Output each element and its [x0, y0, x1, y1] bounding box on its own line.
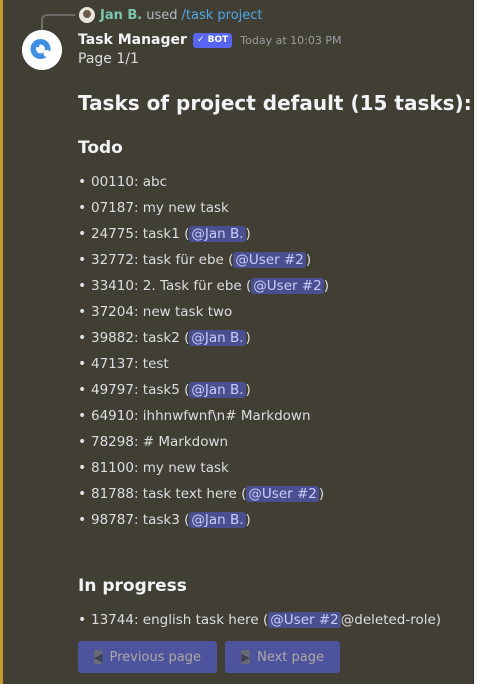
arrow-left-icon: ◀	[94, 650, 103, 664]
task-text-suffix: )	[245, 382, 251, 398]
task-text: 47137: test	[91, 356, 169, 372]
task-text: 37204: new task two	[91, 304, 233, 320]
user-mention[interactable]: @Jan B.	[189, 226, 246, 242]
list-item: • 37204: new task two	[78, 299, 329, 325]
pagination-buttons: ◀ Previous page ▶ Next page	[78, 641, 340, 673]
list-item: • 98787: task3 (@Jan B.)	[78, 507, 329, 533]
bullet-icon: •	[78, 460, 87, 476]
bot-message: Jan B. used /task project Task Manager ✓…	[0, 0, 474, 684]
list-item: • 07187: my new task	[78, 195, 329, 221]
list-item: • 78298: # Markdown	[78, 429, 329, 455]
list-item: • 24775: task1 (@Jan B.)	[78, 221, 329, 247]
bullet-icon: •	[78, 252, 87, 268]
task-text-suffix: )	[305, 252, 312, 268]
list-item: • 49797: task5 (@Jan B.)	[78, 377, 329, 403]
arrow-right-icon: ▶	[241, 650, 251, 664]
reply-connector	[41, 14, 75, 30]
task-text-suffix: @deleted-role)	[340, 612, 442, 628]
command-reply-header: Jan B. used /task project	[79, 6, 263, 24]
bullet-icon: •	[78, 486, 87, 502]
task-text: 24775: task1 (	[91, 226, 190, 242]
user-mention[interactable]: @User #2	[251, 278, 324, 294]
frame: Jan B. used /task project Task Manager ✓…	[0, 0, 477, 684]
list-item: • 00110: abc	[78, 169, 329, 195]
task-text: 07187: my new task	[91, 200, 229, 216]
bullet-icon: •	[78, 200, 87, 216]
task-text: 78298: # Markdown	[91, 434, 229, 450]
reply-used-text: used	[146, 7, 178, 23]
list-item: • 33410: 2. Task für ebe (@User #2)	[78, 273, 329, 299]
task-text: 00110: abc	[91, 174, 168, 190]
task-text: 64910: ihhnwfwnf\n# Markdown	[91, 408, 311, 424]
user-mention[interactable]: @Jan B.	[189, 382, 246, 398]
bullet-icon: •	[78, 512, 87, 528]
bullet-icon: •	[78, 226, 87, 242]
next-page-label: Next page	[257, 649, 324, 665]
todo-list: • 00110: abc • 07187: my new task • 24775: ta…	[78, 169, 329, 533]
task-text: 98787: task3 (	[91, 512, 190, 528]
list-item: • 39882: task2 (@Jan B.)	[78, 325, 329, 351]
task-text: 33410: 2. Task für ebe (	[91, 278, 252, 294]
task-text-suffix: )	[245, 512, 251, 528]
in-progress-list: • 13744: english task here (@User #2 @dele…	[78, 607, 441, 633]
timestamp[interactable]: Today at 10:03 PM	[240, 34, 341, 47]
bullet-icon: •	[78, 382, 87, 398]
bullet-icon: •	[78, 174, 87, 190]
reply-username[interactable]: Jan B.	[100, 8, 142, 23]
task-text-suffix: )	[318, 486, 325, 502]
task-text-suffix: )	[245, 226, 251, 242]
task-text: 81788: task text here (	[91, 486, 247, 502]
message-title: Tasks of project default (15 tasks):	[78, 91, 472, 115]
message-header: Task Manager ✓ BOT Today at 10:03 PM	[78, 30, 341, 50]
task-text-suffix: )	[245, 330, 251, 346]
next-page-button[interactable]: ▶ Next page	[225, 641, 340, 673]
task-text: 49797: task5 (	[91, 382, 190, 398]
list-item: • 13744: english task here (@User #2 @dele…	[78, 607, 441, 633]
list-item: • 64910: ihhnwfwnf\n# Markdown	[78, 403, 329, 429]
bot-logo-icon	[22, 30, 62, 70]
task-text: 39882: task2 (	[91, 330, 190, 346]
bullet-icon: •	[78, 304, 87, 320]
task-text: 81100: my new task	[91, 460, 229, 476]
list-item: • 81788: task text here (@User #2)	[78, 481, 329, 507]
user-avatar-icon[interactable]	[79, 7, 95, 23]
user-mention[interactable]: @User #2	[268, 612, 341, 628]
bullet-icon: •	[78, 408, 87, 424]
bullet-icon: •	[78, 278, 87, 294]
bullet-icon: •	[78, 330, 87, 346]
page-indicator: Page 1/1	[78, 51, 139, 67]
bullet-icon: •	[78, 434, 87, 450]
user-mention[interactable]: @User #2	[246, 486, 319, 502]
bullet-icon: •	[78, 356, 87, 372]
section-heading-todo: Todo	[78, 138, 123, 158]
bot-name[interactable]: Task Manager	[78, 32, 187, 48]
task-text-suffix: )	[323, 278, 330, 294]
list-item: • 32772: task für ebe (@User #2)	[78, 247, 329, 273]
previous-page-label: Previous page	[109, 649, 202, 665]
bullet-icon: •	[78, 612, 87, 628]
task-text: 32772: task für ebe (	[91, 252, 234, 268]
user-mention[interactable]: @Jan B.	[189, 512, 246, 528]
bot-badge: ✓ BOT	[192, 32, 233, 48]
bot-avatar[interactable]	[22, 30, 62, 70]
user-mention[interactable]: @Jan B.	[189, 330, 246, 346]
list-item: • 47137: test	[78, 351, 329, 377]
section-heading-in-progress: In progress	[78, 576, 187, 596]
task-text: 13744: english task here (	[91, 612, 269, 628]
user-mention[interactable]: @User #2	[233, 252, 306, 268]
list-item: • 81100: my new task	[78, 455, 329, 481]
previous-page-button[interactable]: ◀ Previous page	[78, 641, 217, 673]
reply-command[interactable]: /task project	[182, 8, 263, 23]
